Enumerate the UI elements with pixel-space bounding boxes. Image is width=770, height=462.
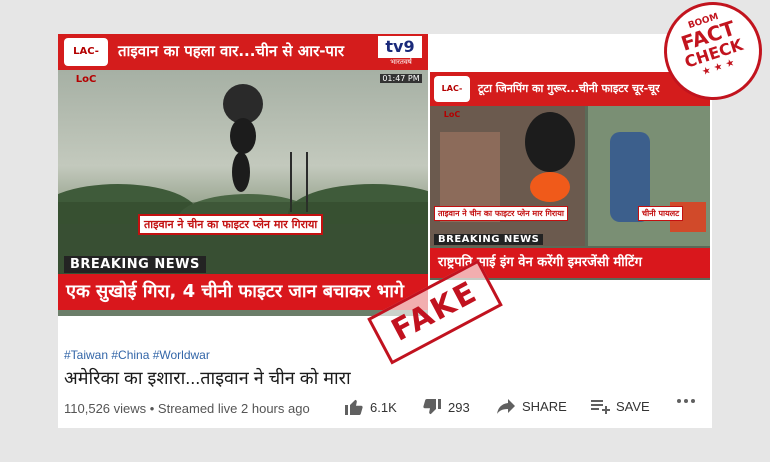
breaking-news-label: BREAKING NEWS bbox=[64, 256, 206, 273]
video-caption: ताइवान ने चीन का फाइटर प्लेन मार गिराया bbox=[138, 214, 324, 235]
share-icon bbox=[497, 399, 515, 414]
news-banner: LAC-LoC टूटा जिनपिंग का गुरूर...चीनी फाइ… bbox=[430, 72, 710, 119]
headline-ticker: एक सुखोई गिरा, 4 चीनी फाइटर जान बचाकर भा… bbox=[58, 274, 428, 310]
more-options-button[interactable] bbox=[676, 398, 696, 404]
thumbs-up-icon bbox=[345, 399, 363, 415]
banner-headline: टूटा जिनपिंग का गुरूर...चीनी फाइटर चूर-च… bbox=[478, 82, 660, 95]
fire bbox=[530, 172, 570, 202]
share-button[interactable]: SHARE bbox=[496, 398, 567, 414]
share-label: SHARE bbox=[522, 398, 567, 414]
time-stamp: 01:47 PM bbox=[380, 74, 422, 83]
tv9-logo: tv9 bbox=[378, 36, 422, 58]
dislike-button[interactable]: 293 bbox=[422, 398, 470, 416]
smoke-plume bbox=[525, 112, 575, 172]
video-thumbnail-second[interactable]: LAC-LoC टूटा जिनपिंग का गुरूर...चीनी फाइ… bbox=[430, 72, 710, 280]
breaking-news-label: BREAKING NEWS bbox=[434, 234, 544, 245]
banner-headline: ताइवान का पहला वार...चीन से आर-पार bbox=[118, 42, 344, 60]
save-label: SAVE bbox=[616, 398, 650, 414]
playlist-add-icon bbox=[591, 400, 610, 414]
hashtags-link[interactable]: #Taiwan #China #Worldwar bbox=[64, 348, 210, 362]
like-button[interactable]: 6.1K bbox=[344, 398, 397, 416]
dislike-count: 293 bbox=[448, 399, 470, 415]
save-button[interactable]: SAVE bbox=[590, 398, 650, 414]
news-banner: LAC-LoC ताइवान का पहला वार...चीन से आर-प… bbox=[58, 34, 428, 85]
channel-logo: LAC-LoC bbox=[64, 38, 108, 85]
like-count: 6.1K bbox=[370, 399, 397, 415]
pilot-label: चीनी पायलट bbox=[638, 206, 684, 221]
video-title: अमेरिका का इशारा...ताइवान ने चीन को मारा bbox=[64, 368, 351, 388]
more-horizontal-icon bbox=[677, 399, 695, 403]
view-count: 110,526 views • Streamed live 2 hours ag… bbox=[64, 401, 310, 416]
smoke-plume bbox=[230, 118, 256, 154]
video-thumbnail-main[interactable]: LAC-LoC ताइवान का पहला वार...चीन से आर-प… bbox=[58, 34, 428, 316]
smoke-plume bbox=[232, 152, 250, 192]
channel-sub: भारतवर्ष bbox=[390, 58, 412, 66]
thumbs-down-icon bbox=[423, 399, 441, 415]
channel-logo: LAC-LoC bbox=[434, 76, 470, 119]
video-caption: ताइवान ने चीन का फाइटर प्लेन मार गिराया bbox=[434, 206, 568, 221]
